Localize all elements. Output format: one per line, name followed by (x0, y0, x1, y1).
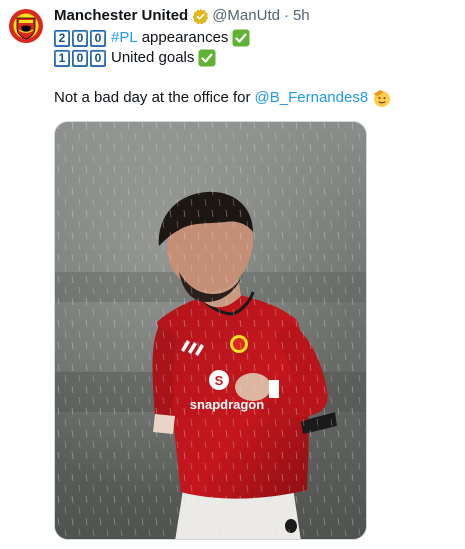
check-mark-icon (198, 49, 216, 67)
avatar[interactable] (6, 6, 46, 46)
separator: · (283, 7, 289, 24)
saluting-face-icon (372, 88, 392, 108)
office-text: Not a bad day at the office for (54, 89, 251, 106)
display-name[interactable]: Manchester United (54, 6, 188, 26)
check-mark-icon (232, 29, 250, 47)
keycap-digit: 2 (56, 31, 68, 45)
keycap-digit: 0 (74, 31, 86, 45)
hashtag-link[interactable]: #PL (111, 28, 138, 48)
verified-badge-icon[interactable] (192, 8, 209, 25)
keycap-number: 1 0 0 (54, 49, 108, 67)
appearances-text: appearances (141, 29, 229, 46)
tweet-line-office: Not a bad day at the office for @B_Ferna… (54, 88, 392, 108)
tweet-line-goals: 1 0 0 United goals (54, 48, 216, 68)
tweet-line-appearances: 2 0 0 #PL appearances (54, 28, 250, 48)
tweet-photo[interactable]: S snapdragon (54, 121, 367, 540)
tweet[interactable]: Manchester United @ManUtd · 5h 2 0 0 #PL… (0, 0, 465, 549)
goals-text: United goals (111, 49, 195, 66)
keycap-number: 2 0 0 (54, 29, 108, 47)
keycap-digit: 0 (74, 51, 86, 65)
keycap-digit: 0 (92, 51, 104, 65)
timestamp[interactable]: 5h (293, 6, 310, 26)
player-photo-image: S snapdragon (55, 122, 366, 539)
tweet-header: Manchester United @ManUtd · 5h (54, 6, 310, 26)
mention-link[interactable]: @B_Fernandes8 (255, 88, 369, 108)
keycap-digit: 1 (56, 51, 68, 65)
handle[interactable]: @ManUtd (212, 6, 280, 26)
manchester-united-crest-icon (6, 6, 46, 46)
keycap-digit: 0 (92, 31, 104, 45)
